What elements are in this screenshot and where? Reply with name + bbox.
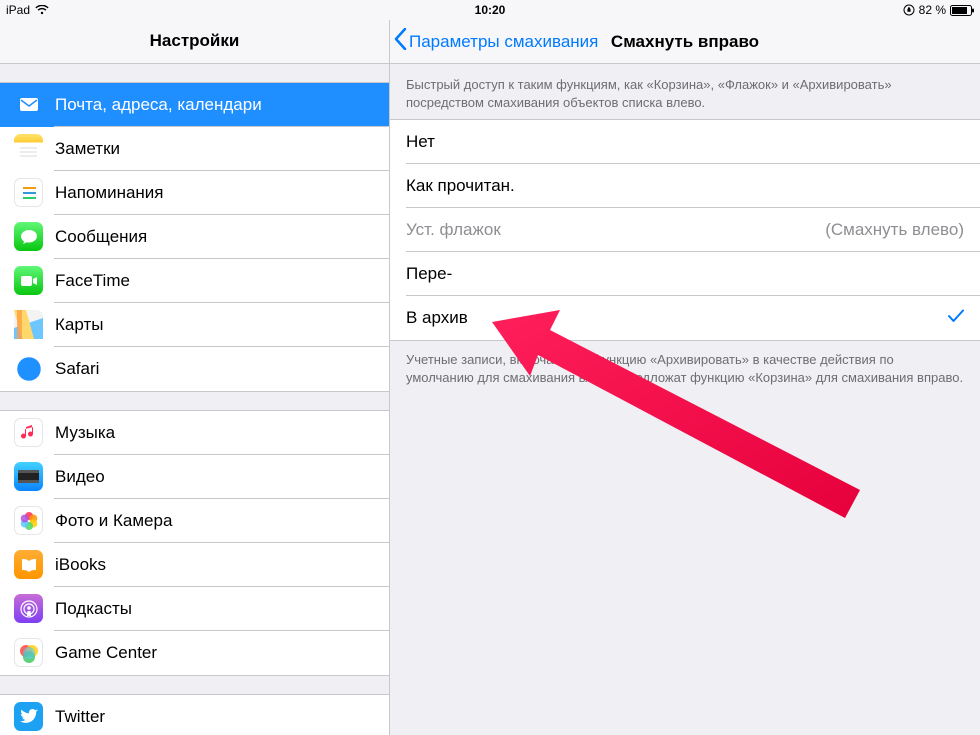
videos-icon bbox=[14, 462, 43, 491]
sidebar-item-label: Заметки bbox=[55, 139, 120, 159]
section-description: Быстрый доступ к таким функциям, как «Ко… bbox=[390, 64, 980, 119]
option-label: Уст. флажок bbox=[406, 220, 501, 240]
podcasts-icon bbox=[14, 594, 43, 623]
maps-icon bbox=[14, 310, 43, 339]
sidebar-item-label: FaceTime bbox=[55, 271, 130, 291]
sidebar-item-label: Фото и Камера bbox=[55, 511, 172, 531]
sidebar-item-music[interactable]: Музыка bbox=[0, 411, 389, 455]
mail-icon bbox=[14, 90, 43, 119]
sidebar-item-reminders[interactable]: Напоминания bbox=[0, 171, 389, 215]
battery-icon bbox=[950, 5, 974, 16]
checkmark-icon bbox=[948, 309, 964, 328]
sidebar-item-ibooks[interactable]: iBooks bbox=[0, 543, 389, 587]
sidebar-header: Настройки bbox=[0, 20, 389, 64]
sidebar-item-gamecenter[interactable]: Game Center bbox=[0, 631, 389, 675]
status-device: iPad bbox=[6, 3, 30, 17]
sidebar-item-label: Safari bbox=[55, 359, 99, 379]
option-none[interactable]: Нет bbox=[390, 120, 980, 164]
sidebar-item-safari[interactable]: Safari bbox=[0, 347, 389, 391]
orientation-lock-icon bbox=[903, 4, 915, 16]
back-label: Параметры смахивания bbox=[409, 32, 598, 52]
wifi-icon bbox=[35, 5, 49, 15]
status-battery-percent: 82 % bbox=[919, 3, 946, 17]
notes-icon bbox=[14, 134, 43, 163]
sidebar-item-notes[interactable]: Заметки bbox=[0, 127, 389, 171]
sidebar-item-maps[interactable]: Карты bbox=[0, 303, 389, 347]
sidebar-item-label: Напоминания bbox=[55, 183, 164, 203]
section-footer: Учетные записи, включающие функцию «Архи… bbox=[390, 341, 980, 396]
sidebar-item-mail[interactable]: Почта, адреса, календари bbox=[0, 83, 389, 127]
messages-icon bbox=[14, 222, 43, 251]
sidebar-item-label: Почта, адреса, календари bbox=[55, 95, 262, 115]
option-flag: Уст. флажок (Смахнуть влево) bbox=[390, 208, 980, 252]
sidebar-item-podcasts[interactable]: Подкасты bbox=[0, 587, 389, 631]
twitter-icon bbox=[14, 702, 43, 731]
settings-sidebar: Настройки Почта, адреса, календари bbox=[0, 20, 390, 735]
safari-icon bbox=[14, 354, 43, 383]
sidebar-title: Настройки bbox=[150, 31, 240, 51]
option-move[interactable]: Пере- bbox=[390, 252, 980, 296]
reminders-icon bbox=[14, 178, 43, 207]
status-time: 10:20 bbox=[475, 3, 506, 17]
photos-icon bbox=[14, 506, 43, 535]
sidebar-item-photos[interactable]: Фото и Камера bbox=[0, 499, 389, 543]
option-mark-read[interactable]: Как прочитан. bbox=[390, 164, 980, 208]
sidebar-item-facetime[interactable]: FaceTime bbox=[0, 259, 389, 303]
sidebar-item-label: Видео bbox=[55, 467, 105, 487]
sidebar-item-label: Карты bbox=[55, 315, 103, 335]
option-label: В архив bbox=[406, 308, 468, 328]
sidebar-group: Twitter bbox=[0, 694, 389, 735]
sidebar-item-label: Game Center bbox=[55, 643, 157, 663]
options-list: Нет Как прочитан. Уст. флажок (Смахнуть … bbox=[390, 119, 980, 341]
option-label: Нет bbox=[406, 132, 435, 152]
back-button[interactable]: Параметры смахивания bbox=[394, 28, 598, 55]
option-label: Пере- bbox=[406, 264, 452, 284]
option-archive[interactable]: В архив bbox=[390, 296, 980, 340]
detail-header: Параметры смахивания Смахнуть вправо bbox=[390, 20, 980, 64]
sidebar-item-twitter[interactable]: Twitter bbox=[0, 695, 389, 735]
sidebar-item-label: Сообщения bbox=[55, 227, 147, 247]
ibooks-icon bbox=[14, 550, 43, 579]
option-label: Как прочитан. bbox=[406, 176, 515, 196]
chevron-left-icon bbox=[394, 28, 407, 55]
gamecenter-icon bbox=[14, 638, 43, 667]
status-bar: iPad 10:20 82 % bbox=[0, 0, 980, 20]
sidebar-group: Почта, адреса, календари Заметки bbox=[0, 82, 389, 392]
sidebar-item-label: Подкасты bbox=[55, 599, 132, 619]
sidebar-item-videos[interactable]: Видео bbox=[0, 455, 389, 499]
sidebar-item-messages[interactable]: Сообщения bbox=[0, 215, 389, 259]
sidebar-item-label: Музыка bbox=[55, 423, 115, 443]
sidebar-item-label: Twitter bbox=[55, 707, 105, 727]
facetime-icon bbox=[14, 266, 43, 295]
detail-pane: Параметры смахивания Смахнуть вправо Быс… bbox=[390, 20, 980, 735]
music-icon bbox=[14, 418, 43, 447]
sidebar-group: Музыка Видео Фото и Каме bbox=[0, 410, 389, 676]
option-note: (Смахнуть влево) bbox=[825, 220, 964, 240]
sidebar-item-label: iBooks bbox=[55, 555, 106, 575]
detail-title: Смахнуть вправо bbox=[611, 32, 759, 52]
